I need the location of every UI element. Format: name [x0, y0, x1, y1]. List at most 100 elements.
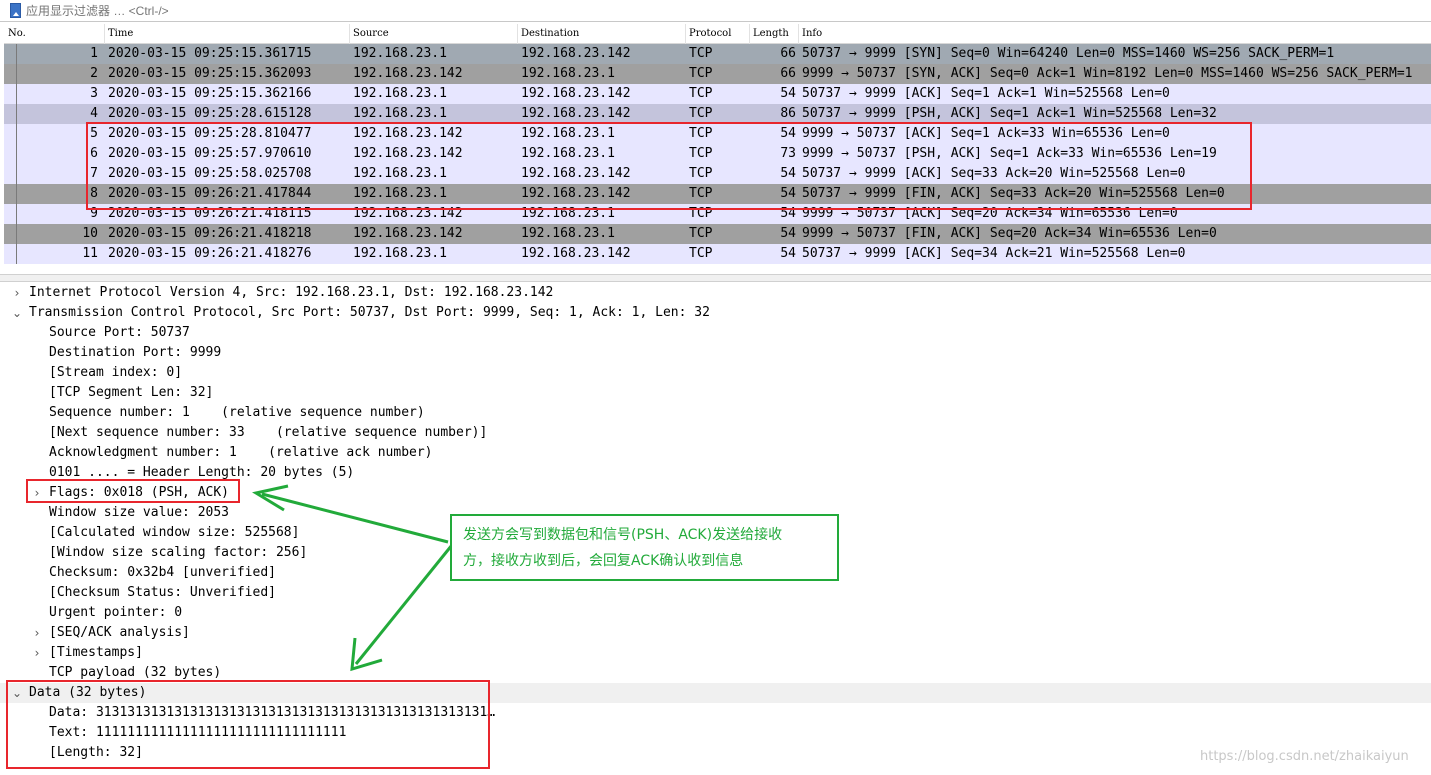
detail-tree-label: Window size value: 2053	[49, 505, 230, 520]
collapse-chevron-icon[interactable]: ⌄	[11, 685, 23, 701]
detail-tree-label: [Length: 32]	[49, 745, 143, 760]
packet-length: 54	[780, 206, 796, 221]
detail-tree-item[interactable]: [Checksum Status: Unverified]	[0, 583, 1431, 603]
packet-info: 9999 → 50737 [SYN, ACK] Seq=0 Ack=1 Win=…	[802, 66, 1413, 81]
packet-length: 54	[780, 246, 796, 261]
callout-line: 发送方会写到数据包和信号(PSH、ACK)发送给接收	[463, 527, 783, 543]
packet-row[interactable]: 7 2020-03-15 09:25:58.025708 192.168.23.1 1…	[4, 164, 1431, 184]
expand-chevron-icon[interactable]: ›	[11, 285, 23, 301]
packet-row[interactable]: 1 2020-03-15 09:25:15.361715 192.168.23.1 1…	[4, 44, 1431, 64]
packet-length: 54	[780, 86, 796, 101]
detail-tree-item[interactable]: › [Timestamps]	[0, 643, 1431, 663]
packet-row[interactable]: 10 2020-03-15 09:26:21.418218 192.168.23.1…	[4, 224, 1431, 244]
packet-length: 86	[780, 106, 796, 121]
packet-info: 50737 → 9999 [PSH, ACK] Seq=1 Ack=1 Win=…	[802, 106, 1217, 121]
detail-tree-item[interactable]: ⌄ Data (32 bytes)	[0, 683, 1431, 703]
detail-tree-item[interactable]: 0101 .... = Header Length: 20 bytes (5)	[0, 463, 1431, 483]
detail-tree-label: 0101 .... = Header Length: 20 bytes (5)	[49, 465, 355, 480]
column-separator[interactable]	[104, 24, 105, 44]
packet-length: 66	[780, 66, 796, 81]
expand-chevron-icon[interactable]: ›	[31, 625, 43, 641]
detail-tree-item[interactable]: › [SEQ/ACK analysis]	[0, 623, 1431, 643]
packet-info: 50737 → 9999 [FIN, ACK] Seq=33 Ack=20 Wi…	[802, 186, 1225, 201]
packet-info: 9999 → 50737 [FIN, ACK] Seq=20 Ack=34 Wi…	[802, 226, 1217, 241]
column-header-protocol[interactable]: Protocol	[689, 28, 731, 44]
packet-length: 54	[780, 226, 796, 241]
detail-tree-label: Destination Port: 9999	[49, 345, 222, 360]
detail-tree-label: Internet Protocol Version 4, Src: 192.16…	[29, 285, 554, 300]
detail-tree-label: [Calculated window size: 525568]	[49, 525, 300, 540]
detail-tree-label: [TCP Segment Len: 32]	[49, 385, 214, 400]
detail-tree-label: [SEQ/ACK analysis]	[49, 625, 190, 640]
detail-tree-item[interactable]: Destination Port: 9999	[0, 343, 1431, 363]
column-separator[interactable]	[798, 24, 799, 44]
detail-tree-item[interactable]: › Flags: 0x018 (PSH, ACK)	[0, 483, 1431, 503]
expand-chevron-icon[interactable]: ›	[31, 645, 43, 661]
detail-tree-label: Transmission Control Protocol, Src Port:…	[29, 305, 710, 320]
detail-tree-label: Checksum: 0x32b4 [unverified]	[49, 565, 276, 580]
detail-tree-item[interactable]: [TCP Segment Len: 32]	[0, 383, 1431, 403]
packet-length: 54	[780, 166, 796, 181]
packet-info: 9999 → 50737 [ACK] Seq=20 Ack=34 Win=655…	[802, 206, 1178, 221]
packet-row[interactable]: 9 2020-03-15 09:26:21.418115 192.168.23.14…	[4, 204, 1431, 224]
column-header-destination[interactable]: Destination	[521, 28, 579, 44]
annotation-callout: 发送方会写到数据包和信号(PSH、ACK)发送给接收 方，接收方收到后，会回复A…	[450, 514, 839, 581]
detail-tree-item[interactable]: Source Port: 50737	[0, 323, 1431, 343]
packet-row[interactable]: 5 2020-03-15 09:25:28.810477 192.168.23.14…	[4, 124, 1431, 144]
detail-tree-label: Acknowledgment number: 1 (relative ack n…	[49, 445, 433, 460]
packet-length: 73	[780, 146, 796, 161]
pane-splitter[interactable]	[0, 274, 1431, 282]
column-separator[interactable]	[685, 24, 686, 44]
detail-tree-label: [Stream index: 0]	[49, 365, 183, 380]
packet-row[interactable]: 3 2020-03-15 09:25:15.362166 192.168.23.1 1…	[4, 84, 1431, 104]
detail-tree-label: Source Port: 50737	[49, 325, 190, 340]
detail-tree-label: Sequence number: 1 (relative sequence nu…	[49, 405, 425, 420]
packet-row[interactable]: 8 2020-03-15 09:26:21.417844 192.168.23.1 1…	[4, 184, 1431, 204]
column-header-length[interactable]: Length	[753, 28, 789, 44]
detail-tree-label: [Timestamps]	[49, 645, 143, 660]
detail-tree-label: TCP payload (32 bytes)	[49, 665, 222, 680]
packet-row[interactable]: 2 2020-03-15 09:25:15.362093 192.168.23.14…	[4, 64, 1431, 84]
packet-list: No. Time Source Destination Protocol Len…	[4, 24, 1431, 272]
packet-list-header: No. Time Source Destination Protocol Len…	[4, 24, 1431, 44]
detail-tree-label: Urgent pointer: 0	[49, 605, 183, 620]
packet-info: 50737 → 9999 [ACK] Seq=1 Ack=1 Win=52556…	[802, 86, 1170, 101]
watermark-text: https://blog.csdn.net/zhaikaiyun	[1200, 749, 1409, 764]
detail-tree-item[interactable]: Data: 3131313131313131313131313131313131…	[0, 703, 1431, 723]
packet-row[interactable]: 6 2020-03-15 09:25:57.970610 192.168.23.14…	[4, 144, 1431, 164]
packet-info: 50737 → 9999 [ACK] Seq=33 Ack=20 Win=525…	[802, 166, 1186, 181]
detail-tree-item[interactable]: Acknowledgment number: 1 (relative ack n…	[0, 443, 1431, 463]
packet-info: 50737 → 9999 [SYN] Seq=0 Win=64240 Len=0…	[802, 46, 1335, 61]
collapse-chevron-icon[interactable]: ⌄	[11, 305, 23, 321]
detail-tree-label: [Window size scaling factor: 256]	[49, 545, 308, 560]
packet-info: 9999 → 50737 [PSH, ACK] Seq=1 Ack=33 Win…	[802, 146, 1217, 161]
detail-tree-item[interactable]: › Internet Protocol Version 4, Src: 192.1…	[0, 283, 1431, 303]
detail-tree-label: [Checksum Status: Unverified]	[49, 585, 276, 600]
column-header-source[interactable]: Source	[353, 28, 389, 44]
packet-length: 54	[780, 126, 796, 141]
detail-tree-item[interactable]: TCP payload (32 bytes)	[0, 663, 1431, 683]
display-filter-input[interactable]	[26, 2, 1426, 20]
detail-tree-label: Flags: 0x018 (PSH, ACK)	[49, 485, 230, 500]
detail-tree-item[interactable]: Text: 11111111111111111111111111111111	[0, 723, 1431, 743]
detail-tree-label: Data (32 bytes)	[29, 685, 147, 700]
column-separator[interactable]	[517, 24, 518, 44]
column-header-time[interactable]: Time	[108, 28, 133, 44]
bookmark-icon[interactable]	[10, 3, 21, 18]
detail-tree-item[interactable]: [Stream index: 0]	[0, 363, 1431, 383]
packet-row[interactable]: 11 2020-03-15 09:26:21.418276 192.168.23.1…	[4, 244, 1431, 264]
detail-tree-item[interactable]: [Next sequence number: 33 (relative sequ…	[0, 423, 1431, 443]
column-separator[interactable]	[749, 24, 750, 44]
detail-tree-label: Data: 3131313131313131313131313131313131…	[49, 705, 496, 720]
column-separator[interactable]	[349, 24, 350, 44]
detail-tree-item[interactable]: Urgent pointer: 0	[0, 603, 1431, 623]
detail-tree-item[interactable]: Sequence number: 1 (relative sequence nu…	[0, 403, 1431, 423]
column-header-no[interactable]: No.	[8, 28, 26, 44]
column-header-info[interactable]: Info	[802, 28, 822, 44]
expand-chevron-icon[interactable]: ›	[31, 485, 43, 501]
callout-line: 方，接收方收到后，会回复ACK确认收到信息	[463, 553, 744, 569]
display-filter-bar	[0, 0, 1431, 22]
packet-row[interactable]: 4 2020-03-15 09:25:28.615128 192.168.23.1 1…	[4, 104, 1431, 124]
packet-length: 66	[780, 46, 796, 61]
detail-tree-item[interactable]: ⌄ Transmission Control Protocol, Src Port…	[0, 303, 1431, 323]
